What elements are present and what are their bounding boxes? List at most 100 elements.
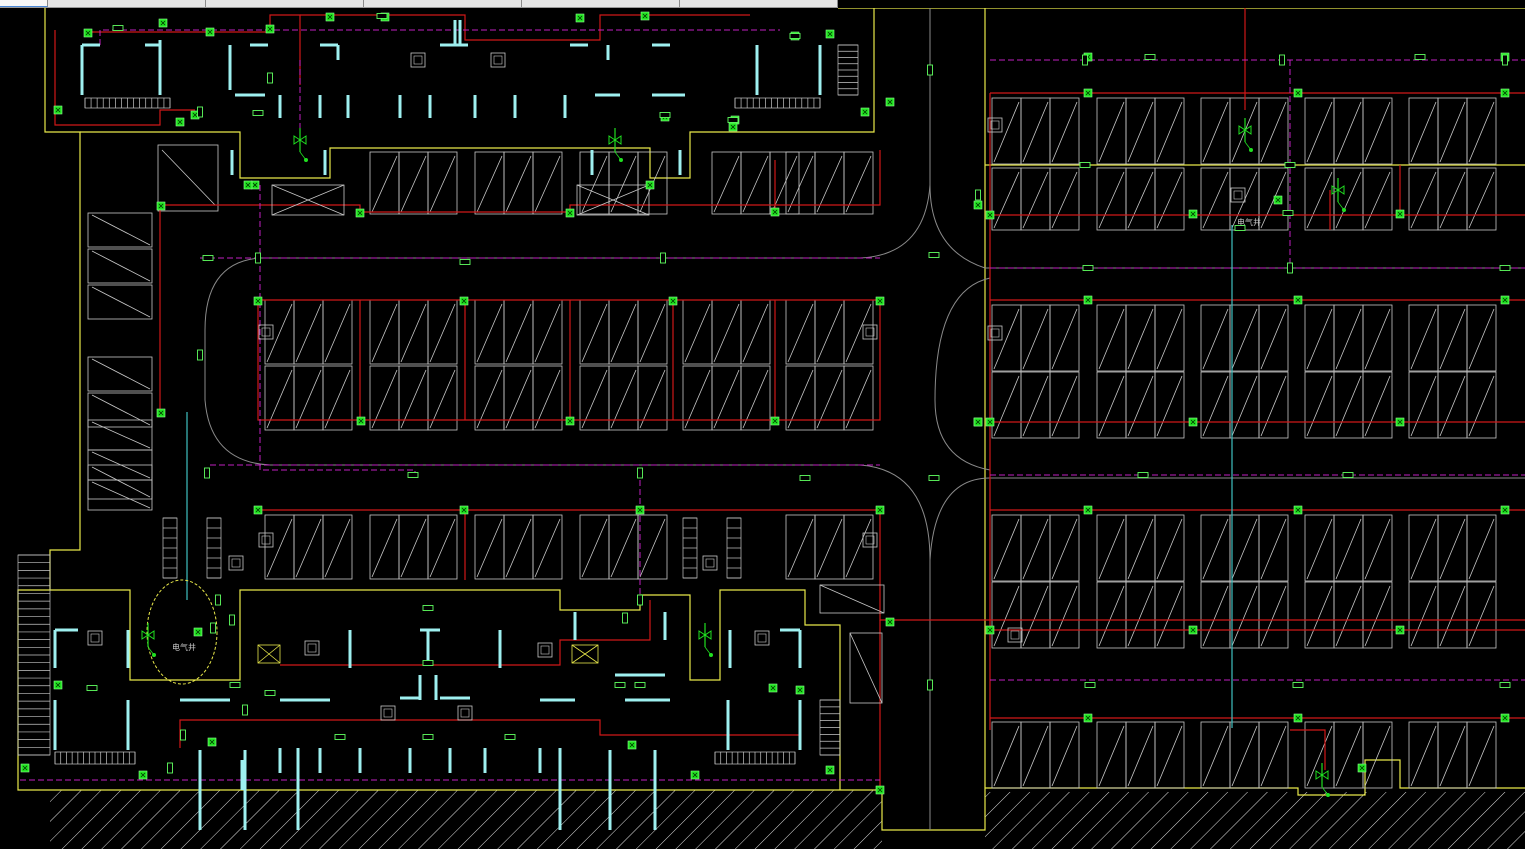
parking-stall <box>1466 721 1497 789</box>
junction-box-icon <box>928 252 940 258</box>
highlight-ellipse[interactable] <box>146 579 218 685</box>
riser-symbol-icon <box>258 324 274 340</box>
junction-box-icon <box>180 729 186 741</box>
fire-alarm-detector-icon <box>356 416 366 426</box>
manual-call-point-icon <box>1315 763 1330 797</box>
parking-stall <box>1362 371 1393 439</box>
parking-stall <box>474 151 505 215</box>
fire-alarm-detector-icon <box>575 13 585 23</box>
fire-alarm-detector-icon <box>138 770 148 780</box>
parking-stall <box>1362 304 1393 372</box>
junction-box-icon <box>255 252 261 264</box>
junction-box-icon <box>1084 682 1096 688</box>
manual-call-point-icon <box>141 623 156 657</box>
parking-stall <box>1466 371 1497 439</box>
riser-inner <box>307 643 317 653</box>
drawing-tab-3[interactable] <box>206 0 364 7</box>
parking-stall <box>1229 721 1260 789</box>
parking-stall <box>1466 304 1497 372</box>
parking-stall <box>1125 304 1156 372</box>
riser-symbol-icon <box>490 52 506 68</box>
parking-stall <box>1304 97 1335 165</box>
drawing-tab-4[interactable] <box>364 0 522 7</box>
junction-box-icon <box>112 25 124 31</box>
parking-stall <box>1304 514 1335 582</box>
parking-stall <box>1408 721 1439 789</box>
junction-box-icon <box>197 106 203 118</box>
fire-alarm-detector-icon <box>20 763 30 773</box>
fire-alarm-detector-icon <box>985 625 995 635</box>
junction-box-icon <box>1279 54 1285 66</box>
equipment-boxes <box>257 184 885 704</box>
drawing-tab-6[interactable] <box>680 0 838 7</box>
junction-box-icon <box>267 72 273 84</box>
cad-drawing-canvas[interactable]: 电气井 电气井 <box>0 8 1525 849</box>
riser-symbol-icon <box>228 555 244 571</box>
fire-alarm-detector-icon <box>1083 295 1093 305</box>
parking-stall <box>740 299 771 365</box>
parking-stall <box>579 299 610 365</box>
fire-alarm-detector-icon <box>860 107 870 117</box>
parking-stall <box>427 299 458 365</box>
riser-symbol-icon <box>537 642 553 658</box>
fire-alarm-detector-icon <box>668 296 678 306</box>
junction-box-icon <box>637 594 643 606</box>
parking-stall <box>1362 581 1393 649</box>
riser-symbol-icon <box>380 705 396 721</box>
parking-stall <box>1408 371 1439 439</box>
junction-box-icon <box>422 605 434 611</box>
fire-alarm-detector-icon <box>645 180 655 190</box>
junction-box-icon <box>1079 162 1091 168</box>
parking-stall <box>1125 581 1156 649</box>
drawing-tab-1[interactable] <box>0 0 48 7</box>
junction-box-icon <box>975 189 981 201</box>
drawing-tab-2[interactable] <box>48 0 206 7</box>
fire-alarm-detector-icon <box>156 201 166 211</box>
parking-stall <box>608 514 639 580</box>
parking-stall <box>1408 514 1439 582</box>
riser-inner <box>231 558 241 568</box>
parking-stall <box>1154 304 1185 372</box>
parking-stall <box>1229 514 1260 582</box>
parking-stall <box>991 304 1022 372</box>
riser-inner <box>1233 190 1243 200</box>
parking-stall <box>1154 514 1185 582</box>
fire-alarm-detector-icon <box>253 296 263 306</box>
junction-box-icon <box>1144 54 1156 60</box>
parking-stall <box>1466 167 1497 231</box>
parking-stall <box>1437 514 1468 582</box>
junction-box-icon <box>789 33 801 39</box>
junction-box-icon <box>1342 472 1354 478</box>
fire-alarm-detector-icon <box>875 505 885 515</box>
parking-stall <box>1096 97 1127 165</box>
signal-bus-lines <box>20 29 1525 781</box>
parking-stall <box>1125 97 1156 165</box>
parking-stall <box>1125 721 1156 789</box>
parking-stall <box>1258 97 1289 165</box>
parking-stall <box>1125 371 1156 439</box>
parking-stall <box>398 514 429 580</box>
manual-call-point-icon <box>1238 118 1253 152</box>
manual-call-point-icon <box>293 128 308 162</box>
fire-alarm-detector-icon <box>770 416 780 426</box>
fire-alarm-detector-icon <box>1293 505 1303 515</box>
parking-stall <box>682 299 713 365</box>
parking-stall <box>87 212 153 248</box>
drawing-tab-5[interactable] <box>522 0 680 7</box>
fire-alarm-detector-icon <box>825 765 835 775</box>
junction-box-icon <box>614 682 626 688</box>
junction-box-icon <box>927 64 933 76</box>
parking-stall <box>1466 581 1497 649</box>
parking-stall <box>1437 371 1468 439</box>
junction-box-icon <box>1137 472 1149 478</box>
junction-box-icon <box>229 682 241 688</box>
junction-box-icon <box>422 734 434 740</box>
junction-box-icon <box>334 734 346 740</box>
junction-box-icon <box>210 622 216 634</box>
junction-box-icon <box>1502 54 1508 66</box>
fire-alarm-detector-icon <box>640 11 650 21</box>
fire-alarm-detector-icon <box>985 417 995 427</box>
riser-inner <box>757 633 767 643</box>
hatched-retaining-wall <box>50 790 1525 849</box>
parking-stall <box>1020 514 1051 582</box>
